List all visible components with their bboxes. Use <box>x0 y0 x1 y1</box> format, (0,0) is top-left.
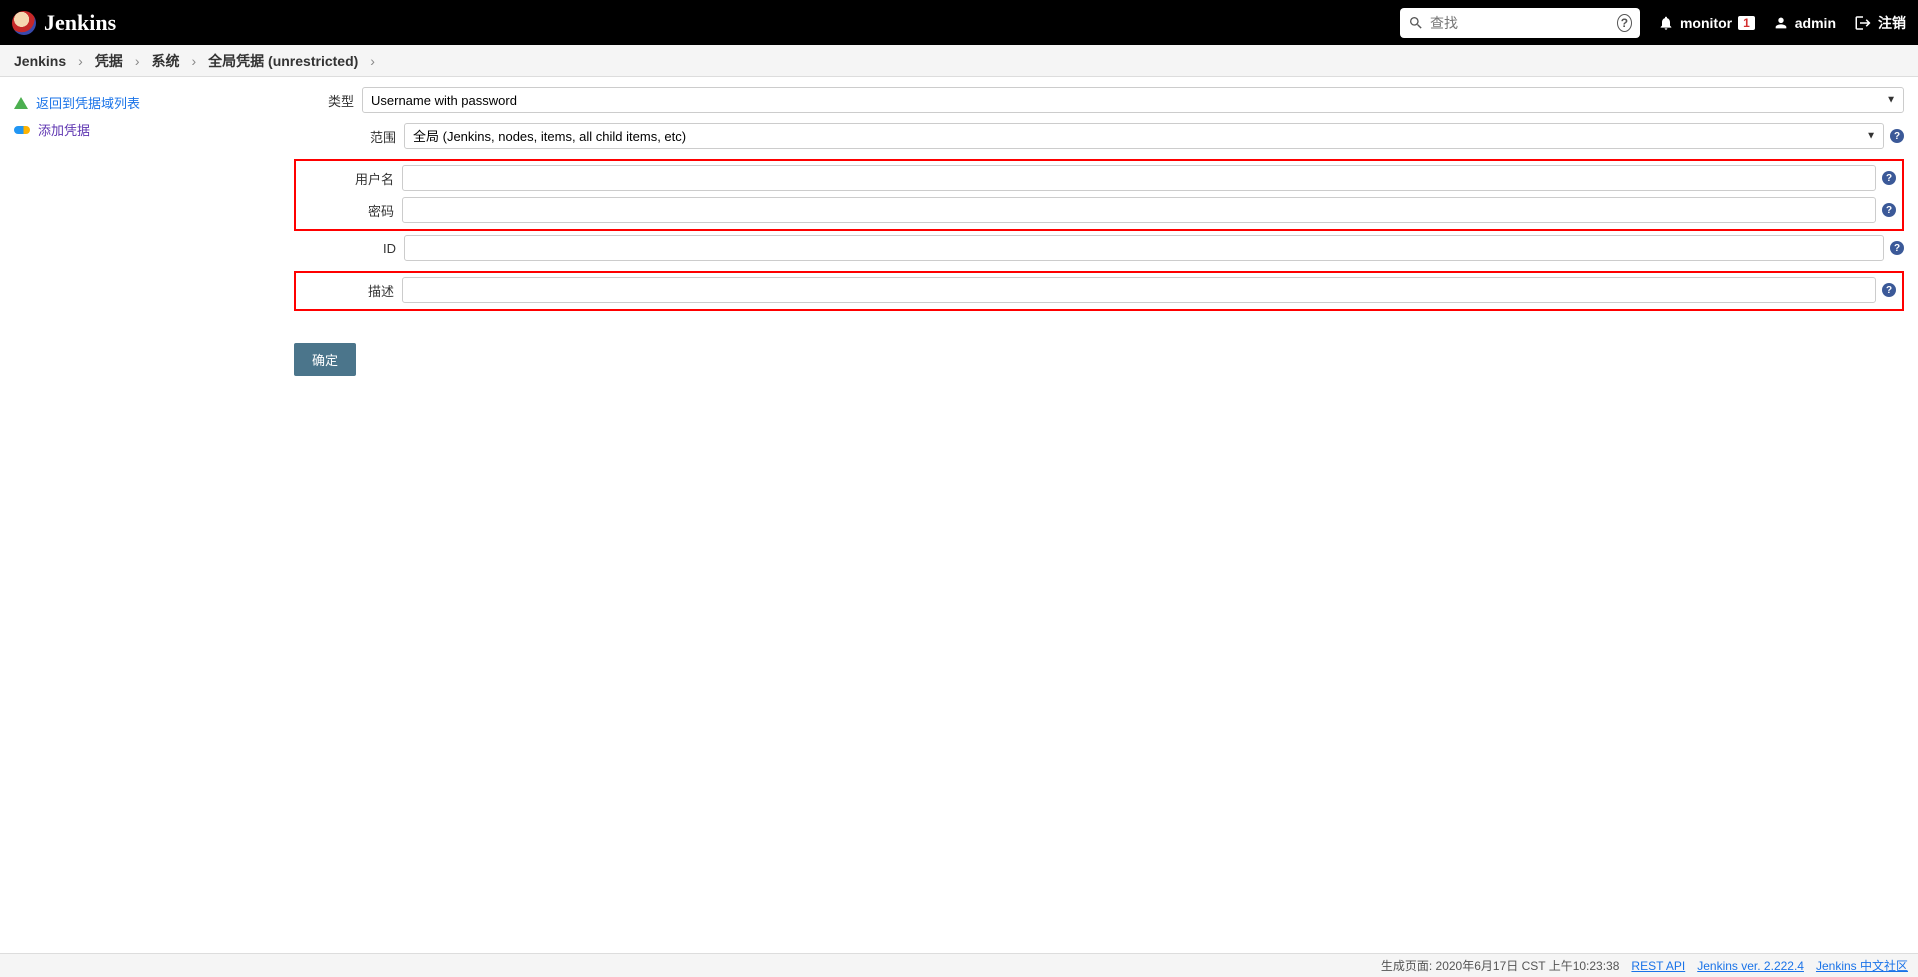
description-input[interactable] <box>402 277 1876 303</box>
jenkins-logo-icon <box>12 11 36 35</box>
footer-generated: 生成页面: 2020年6月17日 CST 上午10:23:38 <box>1381 957 1620 974</box>
chevron-right-icon: › <box>191 53 196 69</box>
user-icon <box>1773 15 1789 31</box>
search-icon <box>1408 15 1424 31</box>
submit-button[interactable]: 确定 <box>294 343 356 376</box>
monitor-label: monitor <box>1680 15 1732 31</box>
header: Jenkins ? monitor 1 admin 注销 <box>0 0 1918 45</box>
username-input[interactable] <box>402 165 1876 191</box>
username-label: 用户名 <box>302 169 402 188</box>
id-input[interactable] <box>404 235 1884 261</box>
type-label: 类型 <box>294 91 362 110</box>
sidebar-add-label: 添加凭据 <box>38 120 90 139</box>
logout-link[interactable]: 注销 <box>1854 13 1906 33</box>
help-icon[interactable]: ? <box>1890 241 1904 255</box>
breadcrumb-item[interactable]: 全局凭据 (unrestricted) <box>208 51 358 71</box>
logout-label: 注销 <box>1878 13 1906 33</box>
logo-text: Jenkins <box>44 10 116 36</box>
main-form: 类型 Username with password ▼ 范围 全局 (Jenki… <box>290 77 1918 396</box>
breadcrumb-item[interactable]: 凭据 <box>95 51 123 71</box>
footer-version-link[interactable]: Jenkins ver. 2.222.4 <box>1697 959 1804 973</box>
monitor-badge: 1 <box>1738 16 1755 30</box>
help-icon[interactable]: ? <box>1882 283 1896 297</box>
monitor-link[interactable]: monitor 1 <box>1658 15 1755 31</box>
highlight-description: 描述 ? <box>294 271 1904 311</box>
highlight-user-pass: 用户名 ? 密码 ? <box>294 159 1904 231</box>
arrow-up-icon <box>14 97 28 109</box>
help-icon[interactable]: ? <box>1882 203 1896 217</box>
help-icon[interactable]: ? <box>1882 171 1896 185</box>
breadcrumb-item[interactable]: Jenkins <box>14 53 66 69</box>
breadcrumb: Jenkins › 凭据 › 系统 › 全局凭据 (unrestricted) … <box>0 45 1918 77</box>
scope-select[interactable]: 全局 (Jenkins, nodes, items, all child ite… <box>404 123 1884 149</box>
password-label: 密码 <box>302 201 402 220</box>
search-input[interactable] <box>1430 15 1611 31</box>
chevron-right-icon: › <box>370 53 375 69</box>
chevron-right-icon: › <box>78 53 83 69</box>
logout-icon <box>1854 14 1872 32</box>
user-link[interactable]: admin <box>1773 15 1836 31</box>
description-label: 描述 <box>302 281 402 300</box>
help-icon[interactable]: ? <box>1890 129 1904 143</box>
search-help-icon[interactable]: ? <box>1617 14 1632 32</box>
password-input[interactable] <box>402 197 1876 223</box>
bell-icon <box>1658 15 1674 31</box>
sidebar-add-link[interactable]: 添加凭据 <box>14 116 276 143</box>
footer: 生成页面: 2020年6月17日 CST 上午10:23:38 REST API… <box>0 953 1918 977</box>
key-icon <box>14 126 30 134</box>
user-label: admin <box>1795 15 1836 31</box>
footer-community-link[interactable]: Jenkins 中文社区 <box>1816 957 1908 974</box>
logo[interactable]: Jenkins <box>12 10 116 36</box>
scope-label: 范围 <box>294 127 404 146</box>
sidebar-back-label: 返回到凭据域列表 <box>36 93 140 112</box>
id-label: ID <box>294 241 404 256</box>
type-select[interactable]: Username with password <box>362 87 1904 113</box>
breadcrumb-item[interactable]: 系统 <box>151 51 179 71</box>
sidebar: 返回到凭据域列表 添加凭据 <box>0 77 290 396</box>
chevron-right-icon: › <box>135 53 140 69</box>
footer-rest-api-link[interactable]: REST API <box>1631 959 1685 973</box>
sidebar-back-link[interactable]: 返回到凭据域列表 <box>14 89 276 116</box>
search-box[interactable]: ? <box>1400 8 1640 38</box>
